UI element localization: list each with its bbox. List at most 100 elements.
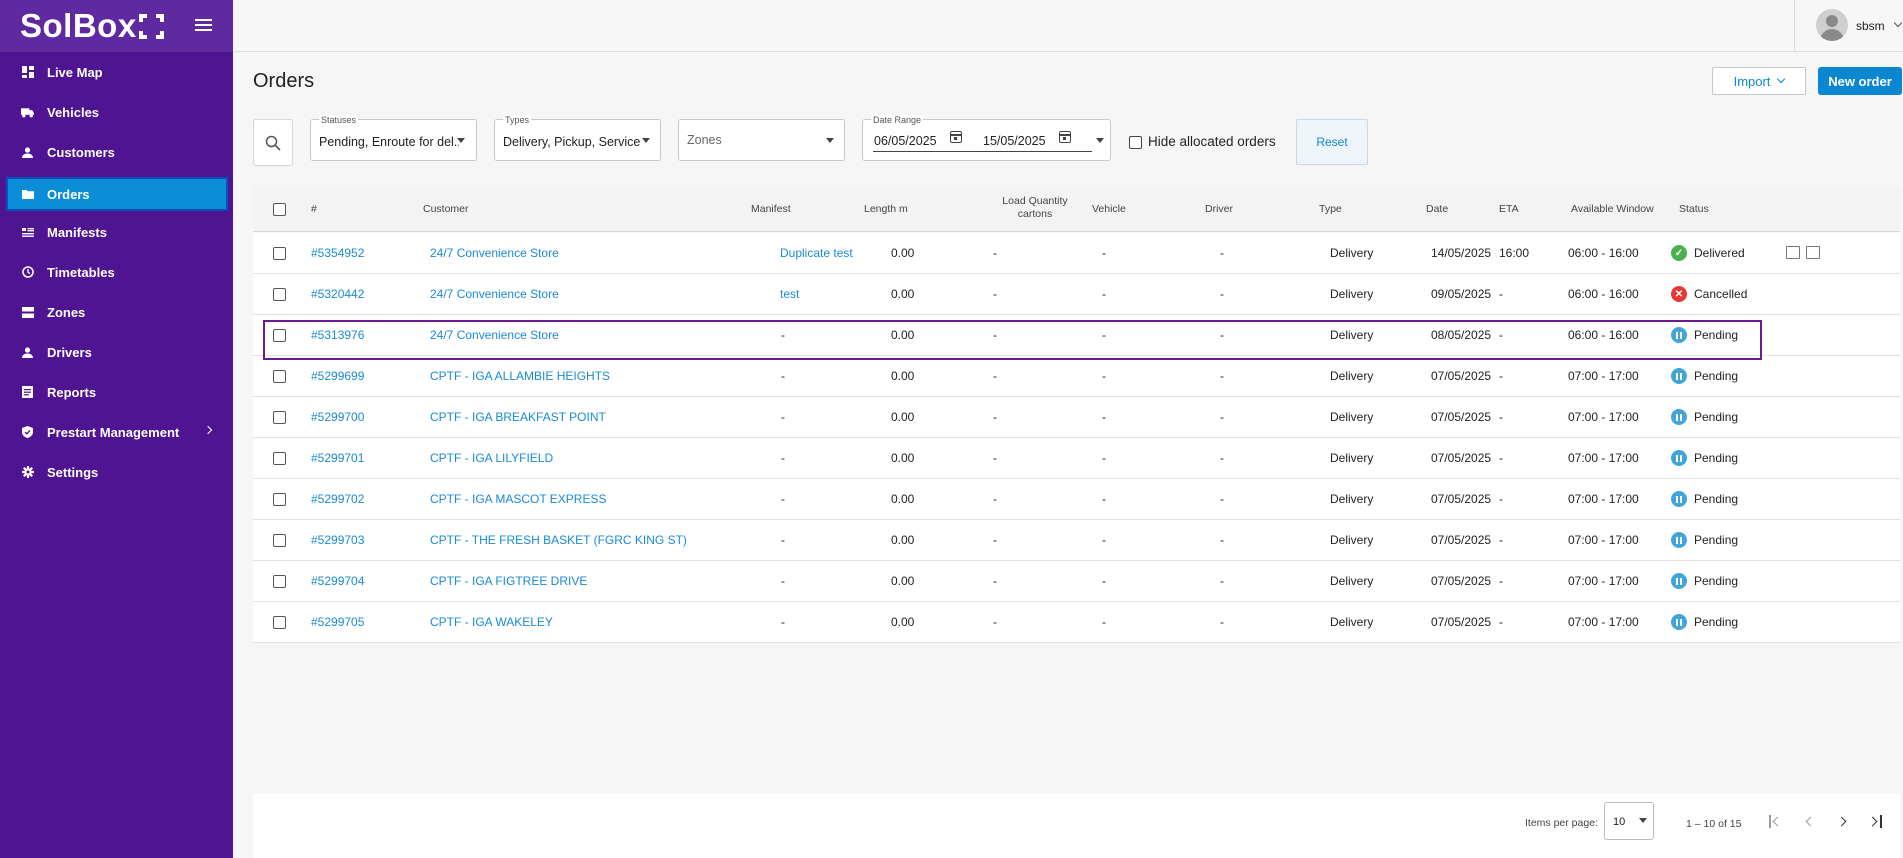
customer-link[interactable]: CPTF - THE FRESH BASKET (FGRC KING ST) [430, 533, 687, 547]
customer-link[interactable]: 24/7 Convenience Store [430, 287, 559, 301]
table-row[interactable]: #5299701 CPTF - IGA LILYFIELD - 0.00 - - - Deli… [253, 438, 1900, 479]
eta: - [1499, 451, 1503, 465]
row-checkbox[interactable] [273, 329, 286, 342]
sidebar-item-manifests[interactable]: Manifests [0, 212, 233, 252]
table-row[interactable]: #5299699 CPTF - IGA ALLAMBIE HEIGHTS - 0.00… [253, 356, 1900, 397]
document-icon[interactable] [1786, 246, 1800, 259]
image-icon[interactable] [1806, 246, 1820, 259]
select-all-checkbox[interactable] [273, 203, 286, 216]
solbox-logo[interactable]: SolBox [20, 7, 164, 45]
start-date-input[interactable]: 06/05/2025 [874, 134, 937, 148]
chevron-right-icon [203, 425, 213, 435]
statuses-select[interactable]: Statuses Pending, Enroute for del... [310, 115, 477, 161]
last-page-button[interactable] [1864, 810, 1888, 834]
table-row[interactable]: #5299703 CPTF - THE FRESH BASKET (FGRC KI… [253, 520, 1900, 561]
order-number[interactable]: #5320442 [311, 287, 364, 301]
col-date[interactable]: Date [1426, 203, 1448, 215]
vehicle: - [1102, 328, 1106, 342]
manifest[interactable]: Duplicate test [780, 246, 853, 260]
sidebar-item-timetables[interactable]: Timetables [0, 252, 233, 292]
customer-link[interactable]: CPTF - IGA FIGTREE DRIVE [430, 574, 587, 588]
col-driver[interactable]: Driver [1205, 203, 1233, 215]
order-number[interactable]: #5299701 [311, 451, 364, 465]
previous-page-button[interactable] [1798, 810, 1822, 834]
sidebar-item-zones[interactable]: Zones [0, 292, 233, 332]
table-row[interactable]: #5313976 24/7 Convenience Store - 0.00 - - - De… [253, 315, 1900, 356]
row-checkbox[interactable] [273, 288, 286, 301]
row-checkbox[interactable] [273, 370, 286, 383]
row-checkbox[interactable] [273, 616, 286, 629]
row-checkbox[interactable] [273, 575, 286, 588]
order-number[interactable]: #5299703 [311, 533, 364, 547]
order-number[interactable]: #5354952 [311, 246, 364, 260]
calendar-icon[interactable] [1059, 131, 1071, 143]
end-date-input[interactable]: 15/05/2025 [983, 134, 1046, 148]
table-row[interactable]: #5299705 CPTF - IGA WAKELEY - 0.00 - - - Delive… [253, 602, 1900, 643]
customer-link[interactable]: 24/7 Convenience Store [430, 246, 559, 260]
zones-select[interactable]: Zones [678, 119, 845, 161]
types-select[interactable]: Types Delivery, Pickup, Service [494, 115, 661, 161]
col-length[interactable]: Length m [864, 203, 908, 215]
sidebar-item-orders[interactable]: Orders [6, 177, 228, 211]
start-date-underline [873, 151, 983, 152]
customer-link[interactable]: CPTF - IGA ALLAMBIE HEIGHTS [430, 369, 610, 383]
order-number[interactable]: #5299704 [311, 574, 364, 588]
sidebar-item-customers[interactable]: Customers [0, 132, 233, 172]
sidebar-item-vehicles[interactable]: Vehicles [0, 92, 233, 132]
col-manifest[interactable]: Manifest [751, 203, 791, 215]
table-row[interactable]: #5299702 CPTF - IGA MASCOT EXPRESS - 0.00 - -… [253, 479, 1900, 520]
sidebar-item-label: Live Map [47, 64, 103, 80]
col-load-quantity[interactable]: Load Quantity cartons [990, 195, 1080, 221]
sidebar-item-live-map[interactable]: Live Map [0, 52, 233, 92]
col-customer[interactable]: Customer [423, 203, 469, 215]
order-number[interactable]: #5299700 [311, 410, 364, 424]
table-row[interactable]: #5299704 CPTF - IGA FIGTREE DRIVE - 0.00 - - -… [253, 561, 1900, 602]
first-page-button[interactable] [1764, 810, 1788, 834]
sidebar-item-settings[interactable]: Settings [0, 452, 233, 492]
calendar-icon[interactable] [950, 131, 962, 143]
col-vehicle[interactable]: Vehicle [1092, 203, 1126, 215]
hide-allocated-checkbox[interactable] [1129, 136, 1142, 149]
sidebar-item-prestart-management[interactable]: Prestart Management [0, 412, 233, 452]
menu-icon[interactable] [195, 19, 212, 32]
manifest[interactable]: test [780, 287, 799, 301]
new-order-button[interactable]: New order [1818, 67, 1902, 95]
col-eta[interactable]: ETA [1499, 203, 1519, 215]
import-button[interactable]: Import [1712, 67, 1806, 95]
next-page-button[interactable] [1831, 810, 1855, 834]
customer-link[interactable]: 24/7 Convenience Store [430, 328, 559, 342]
sidebar-item-drivers[interactable]: Drivers [0, 332, 233, 372]
row-checkbox[interactable] [273, 534, 286, 547]
table-row[interactable]: #5354952 24/7 Convenience Store Duplicate … [253, 233, 1900, 274]
avatar[interactable] [1816, 9, 1848, 41]
sidebar-item-reports[interactable]: Reports [0, 372, 233, 412]
order-number[interactable]: #5313976 [311, 328, 364, 342]
username[interactable]: sbsm [1856, 19, 1885, 33]
types-value: Delivery, Pickup, Service [503, 135, 641, 149]
items-per-page-select[interactable]: 10 [1604, 802, 1654, 840]
col-status[interactable]: Status [1679, 203, 1709, 215]
reset-button[interactable]: Reset [1296, 119, 1368, 165]
caret-down-icon[interactable] [1096, 138, 1104, 143]
order-number[interactable]: #5299705 [311, 615, 364, 629]
order-number[interactable]: #5299702 [311, 492, 364, 506]
row-checkbox[interactable] [273, 247, 286, 260]
table-row[interactable]: #5320442 24/7 Convenience Store test 0.00 - -… [253, 274, 1900, 315]
row-checkbox[interactable] [273, 411, 286, 424]
chevron-down-icon[interactable] [1893, 18, 1903, 28]
customer-link[interactable]: CPTF - IGA BREAKFAST POINT [430, 410, 606, 424]
col-type[interactable]: Type [1319, 203, 1342, 215]
order-number[interactable]: #5299699 [311, 369, 364, 383]
row-checkbox[interactable] [273, 493, 286, 506]
customer-link[interactable]: CPTF - IGA LILYFIELD [430, 451, 553, 465]
search-button[interactable] [253, 119, 293, 166]
col-number[interactable]: # [311, 203, 317, 215]
row-checkbox[interactable] [273, 452, 286, 465]
col-available-window[interactable]: Available Window [1571, 203, 1654, 215]
customer-link[interactable]: CPTF - IGA MASCOT EXPRESS [430, 492, 606, 506]
date-range-label: Date Range [871, 115, 924, 125]
customer-link[interactable]: CPTF - IGA WAKELEY [430, 615, 553, 629]
pause-circle-icon [1671, 450, 1687, 466]
hide-allocated-label[interactable]: Hide allocated orders [1148, 134, 1276, 149]
table-row[interactable]: #5299700 CPTF - IGA BREAKFAST POINT - 0.00 -… [253, 397, 1900, 438]
